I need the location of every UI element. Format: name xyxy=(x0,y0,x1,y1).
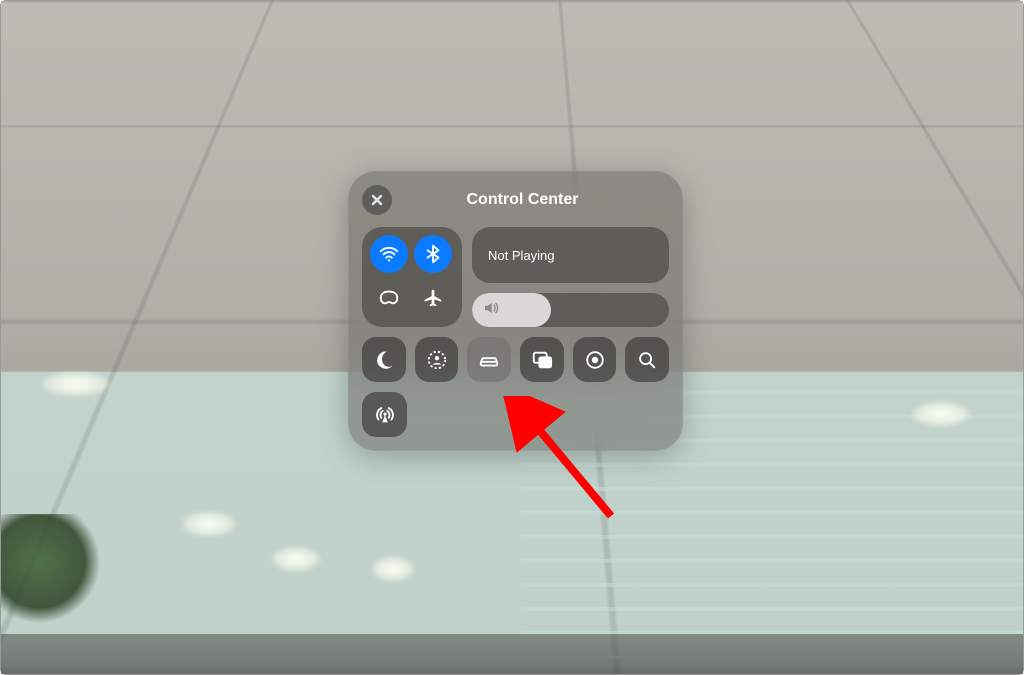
panel-title: Control Center xyxy=(406,191,639,209)
panel-header: Control Center xyxy=(362,185,669,215)
connectivity-group xyxy=(362,227,462,327)
bottom-row xyxy=(362,392,669,437)
airplane-mode-button[interactable] xyxy=(414,279,452,317)
top-row: Not Playing xyxy=(362,227,669,327)
travel-mode-button[interactable] xyxy=(467,337,511,382)
close-icon xyxy=(371,194,383,206)
volume-icon xyxy=(482,299,500,322)
record-icon xyxy=(584,349,606,371)
do-not-disturb-button[interactable] xyxy=(362,337,406,382)
headset-icon xyxy=(378,287,400,309)
media-column: Not Playing xyxy=(472,227,669,327)
airdrop-icon xyxy=(374,404,396,426)
ceiling-light xyxy=(181,511,237,537)
now-playing-label: Not Playing xyxy=(488,248,554,263)
screen-recording-button[interactable] xyxy=(573,337,617,382)
control-center-panel: Control Center xyxy=(348,171,683,451)
headset-passthrough-button[interactable] xyxy=(370,279,408,317)
shortcut-row xyxy=(362,337,669,382)
wifi-icon xyxy=(378,243,400,265)
ceiling-light xyxy=(41,371,111,397)
search-icon xyxy=(636,349,658,371)
guest-user-button[interactable] xyxy=(415,337,459,382)
search-button[interactable] xyxy=(625,337,669,382)
volume-slider[interactable] xyxy=(472,293,669,327)
ceiling-light xyxy=(371,556,415,582)
bluetooth-icon xyxy=(422,243,444,265)
ceiling-light xyxy=(911,401,971,427)
close-button[interactable] xyxy=(362,185,392,215)
bluetooth-button[interactable] xyxy=(414,235,452,273)
now-playing-tile[interactable]: Not Playing xyxy=(472,227,669,283)
floor-decoration xyxy=(1,634,1023,674)
screen-mirroring-button[interactable] xyxy=(520,337,564,382)
ceiling-light xyxy=(271,546,321,572)
travel-mode-icon xyxy=(478,349,500,371)
screen-mirroring-icon xyxy=(531,349,553,371)
airdrop-button[interactable] xyxy=(362,392,407,437)
moon-icon xyxy=(373,349,395,371)
plant-decoration xyxy=(1,514,111,634)
airplane-icon xyxy=(422,287,444,309)
guest-user-icon xyxy=(426,349,448,371)
wifi-button[interactable] xyxy=(370,235,408,273)
